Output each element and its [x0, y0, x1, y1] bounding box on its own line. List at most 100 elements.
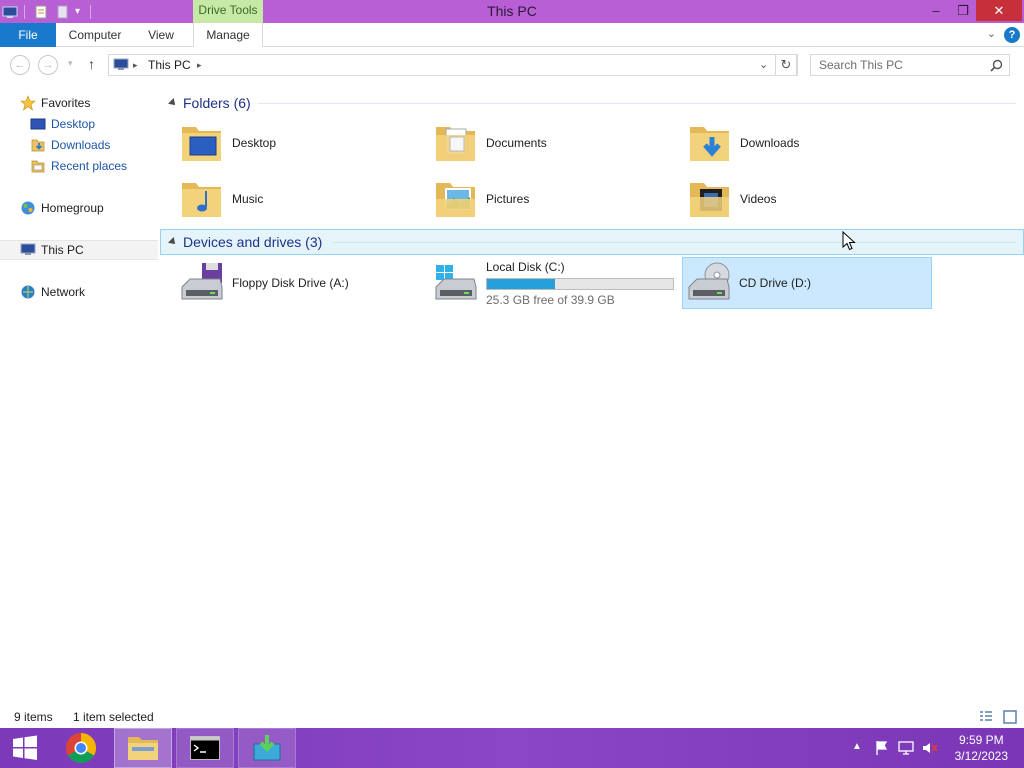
taskbar-command-prompt[interactable] — [176, 728, 234, 768]
search-input[interactable] — [819, 55, 989, 75]
folder-tile-documents[interactable]: Documents — [416, 117, 666, 169]
tab-computer[interactable]: Computer — [60, 23, 130, 47]
downloads-icon — [31, 139, 45, 152]
restore-button[interactable]: ❐ — [950, 0, 976, 21]
nav-favorites-recent-places-label: Recent places — [51, 159, 128, 173]
folder-tile-desktop-label: Desktop — [232, 136, 277, 150]
pictures-folder-icon — [436, 183, 475, 217]
address-history-chevron-icon[interactable]: ⌄ — [759, 55, 768, 75]
action-center-flag-icon[interactable] — [874, 740, 890, 756]
breadcrumb-this-pc[interactable]: This PC — [148, 55, 191, 75]
folder-tile-desktop[interactable]: Desktop — [162, 117, 412, 169]
cmd-icon — [190, 736, 220, 760]
large-icons-view-icon[interactable] — [1002, 709, 1018, 725]
devices-group-header[interactable]: Devices and drives (3) — [160, 230, 322, 254]
drive-tile-floppy-label: Floppy Disk Drive (A:) — [232, 276, 349, 290]
new-folder-icon[interactable] — [55, 4, 71, 20]
downloads-folder-icon — [690, 127, 729, 161]
drive-tile-local-disk[interactable]: Local Disk (C:) 25.3 GB free of 39.9 GB — [416, 257, 674, 309]
devices-group-title: Devices and drives (3) — [183, 234, 323, 250]
help-button[interactable]: ? — [1004, 27, 1020, 43]
folder-tile-downloads-label: Downloads — [740, 136, 800, 150]
computer-icon[interactable] — [2, 4, 18, 20]
window-title: This PC — [487, 3, 537, 19]
star-icon — [20, 95, 36, 111]
devices-group-divider — [332, 242, 1016, 243]
taskbar-installer[interactable] — [238, 728, 296, 768]
floppy-drive-icon — [181, 263, 223, 300]
network-tray-icon[interactable] — [898, 740, 914, 756]
drive-tile-floppy[interactable]: Floppy Disk Drive (A:) — [162, 257, 412, 309]
tab-file[interactable]: File — [0, 23, 56, 47]
breadcrumb-chevron-icon[interactable]: ▸ — [197, 55, 202, 75]
nav-favorites[interactable]: Favorites — [20, 93, 90, 113]
search-box[interactable] — [810, 54, 1010, 76]
properties-icon[interactable] — [33, 4, 49, 20]
customize-qa-chevron-icon[interactable]: ▾ — [75, 6, 80, 17]
local-disk-usage-bar — [486, 277, 674, 290]
up-button[interactable]: ↑ — [88, 56, 95, 72]
forward-button[interactable]: → — [38, 55, 58, 75]
nav-favorites-desktop[interactable]: Desktop — [30, 114, 95, 134]
drive-tile-cd-label: CD Drive (D:) — [739, 276, 811, 290]
nav-network[interactable]: Network — [20, 282, 85, 302]
taskbar-file-explorer[interactable] — [114, 728, 172, 768]
chrome-icon — [65, 733, 97, 764]
back-button[interactable]: ← — [10, 55, 30, 75]
folder-tile-videos[interactable]: Videos — [670, 173, 920, 225]
tab-manage[interactable]: Manage — [193, 23, 263, 47]
collapse-triangle-icon[interactable] — [168, 98, 178, 108]
folders-group-title: Folders (6) — [183, 95, 251, 111]
minimize-button[interactable]: – — [922, 0, 950, 21]
tab-view[interactable]: View — [136, 23, 186, 47]
start-button[interactable] — [0, 728, 50, 768]
homegroup-icon — [21, 201, 35, 215]
collapse-triangle-icon[interactable] — [168, 237, 178, 247]
folder-tile-music-label: Music — [232, 192, 264, 206]
local-disk-free-space: 25.3 GB free of 39.9 GB — [486, 292, 615, 307]
nav-homegroup[interactable]: Homegroup — [20, 198, 104, 218]
folders-group-header[interactable]: Folders (6) — [160, 91, 251, 115]
status-bar: 9 items 1 item selected — [0, 706, 1024, 728]
details-view-icon[interactable] — [978, 709, 994, 725]
drive-tile-cd[interactable]: CD Drive (D:) — [682, 257, 932, 309]
drive-tools-contextual-tab: Drive Tools — [193, 0, 263, 23]
nav-favorites-downloads[interactable]: Downloads — [30, 135, 110, 155]
clock-date: 3/12/2023 — [954, 749, 1008, 763]
this-pc-icon — [113, 58, 129, 70]
quick-access-toolbar: ▾ — [2, 3, 92, 20]
navigation-pane: Favorites Desktop Downloads Recent place… — [0, 88, 158, 698]
start-icon — [13, 735, 37, 760]
local-disk-usage-fill — [487, 278, 556, 289]
folder-tile-documents-label: Documents — [486, 136, 547, 150]
close-button[interactable]: ✕ — [976, 0, 1022, 21]
breadcrumb-root-chevron-icon[interactable]: ▸ — [133, 55, 138, 75]
file-explorer-icon — [128, 737, 158, 760]
taskbar-clock[interactable]: 9:59 PM 3/12/2023 — [955, 732, 1008, 764]
volume-muted-icon[interactable] — [922, 740, 938, 756]
refresh-button[interactable]: ↻ — [775, 54, 797, 76]
search-icon[interactable] — [990, 59, 1003, 72]
videos-folder-icon — [690, 183, 729, 217]
recent-locations-chevron-icon[interactable]: ▾ — [68, 58, 73, 69]
folder-tile-music[interactable]: Music — [162, 173, 412, 225]
title-bar: Drive Tools ▾ This PC – ❐ ✕ — [0, 0, 1024, 23]
nav-favorites-downloads-label: Downloads — [51, 138, 111, 152]
recent-places-icon — [31, 160, 45, 173]
nav-favorites-recent-places[interactable]: Recent places — [30, 156, 127, 176]
status-item-count: 9 items — [14, 710, 53, 724]
local-disk-icon — [435, 265, 477, 300]
mouse-cursor-icon — [842, 231, 856, 251]
nav-this-pc[interactable]: This PC — [0, 240, 158, 260]
folder-tile-videos-label: Videos — [740, 192, 777, 206]
taskbar-chrome[interactable] — [56, 728, 106, 768]
expand-ribbon-chevron-icon[interactable]: ⌄ — [987, 27, 996, 40]
nav-network-label: Network — [41, 285, 86, 299]
address-bar[interactable]: ▸ This PC ▸ ⌄ — [108, 54, 798, 76]
music-folder-icon — [182, 183, 221, 217]
show-hidden-icons-chevron-icon[interactable]: ▲ — [852, 741, 862, 752]
desktop-folder-icon — [182, 127, 221, 161]
folder-tile-pictures[interactable]: Pictures — [416, 173, 666, 225]
desktop-icon — [30, 118, 46, 130]
folder-tile-downloads[interactable]: Downloads — [670, 117, 920, 169]
